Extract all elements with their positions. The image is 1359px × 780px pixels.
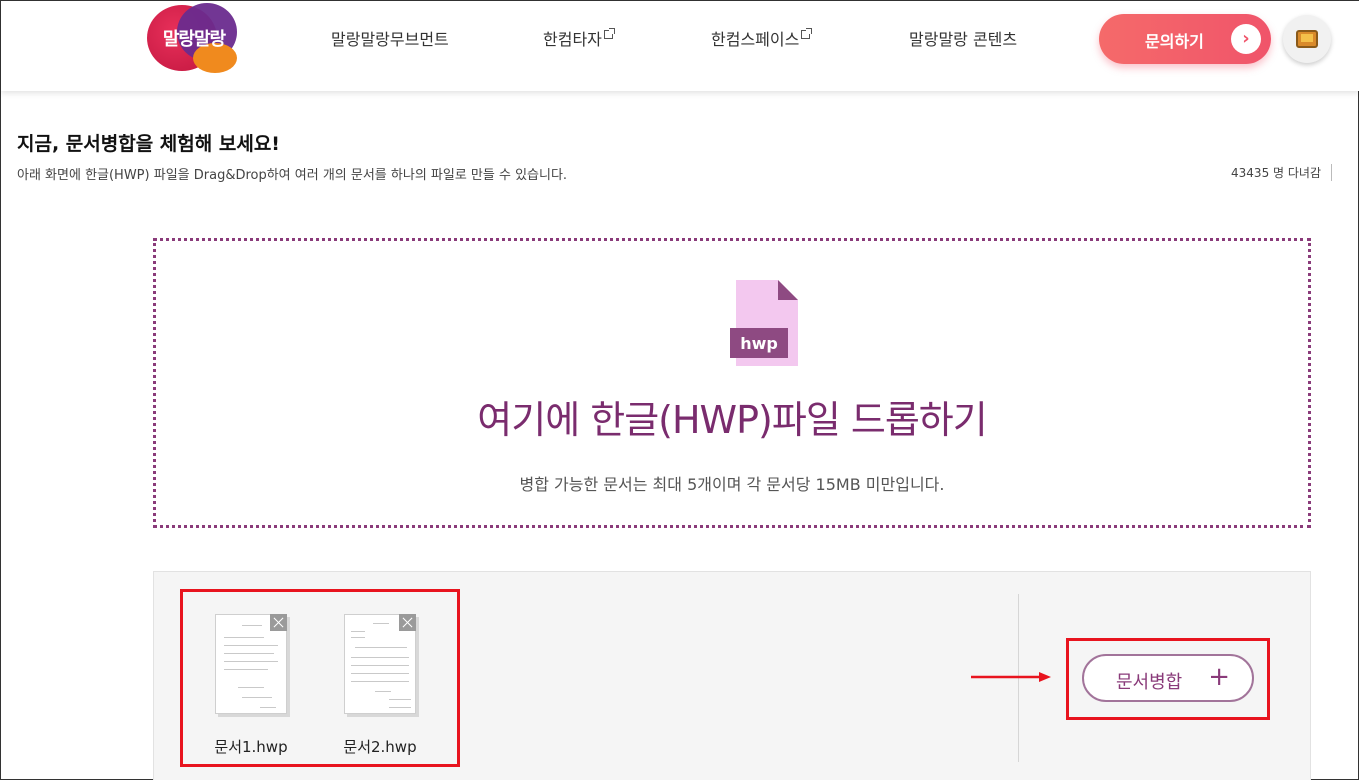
merge-documents-button[interactable]: 문서병합 + bbox=[1082, 654, 1254, 702]
file-name: 문서2.hwp bbox=[343, 738, 417, 756]
drop-zone-title: 여기에 한글(HWP)파일 드롭하기 bbox=[477, 398, 987, 442]
nav-malang-contents[interactable]: 말랑말랑 콘텐츠 bbox=[909, 29, 1017, 51]
nav-hancom-typing[interactable]: 한컴타자 bbox=[543, 28, 615, 51]
drop-zone-note: 병합 가능한 문서는 최대 5개이며 각 문서당 15MB 미만입니다. bbox=[519, 475, 945, 494]
file-drop-zone[interactable]: hwp 여기에 한글(HWP)파일 드롭하기 병합 가능한 문서는 최대 5개이… bbox=[153, 238, 1311, 528]
nav-label: 말랑말랑 콘텐츠 bbox=[909, 30, 1018, 49]
arrow-right-icon bbox=[971, 672, 1051, 682]
contact-label: 문의하기 bbox=[1145, 32, 1204, 51]
file-name: 문서1.hwp bbox=[214, 738, 288, 756]
external-link-icon bbox=[801, 28, 813, 39]
file-list-highlight: 문서1.hwp 문서2.hwp bbox=[180, 589, 460, 767]
chevron-right-icon: › bbox=[1231, 24, 1261, 54]
nav-label: 말랑말랑무브먼트 bbox=[331, 30, 449, 49]
nav-malang-movement[interactable]: 말랑말랑무브먼트 bbox=[331, 29, 449, 51]
plus-icon: + bbox=[1208, 662, 1230, 692]
merge-button-highlight: 문서병합 + bbox=[1066, 638, 1270, 720]
hwp-file-icon: hwp bbox=[730, 280, 798, 366]
merge-area: 문서1.hwp 문서2.hwp 문서병합 + bbox=[153, 571, 1311, 780]
document-thumbnail bbox=[215, 614, 287, 714]
hwp-icon-label: hwp bbox=[740, 334, 778, 353]
treasure-chest-icon bbox=[1296, 30, 1318, 48]
page-title: 지금, 문서병합을 체험해 보세요! bbox=[17, 133, 280, 155]
nav-hancom-space[interactable]: 한컴스페이스 bbox=[711, 28, 813, 51]
nav-label: 한컴스페이스 bbox=[711, 30, 800, 49]
remove-file-icon[interactable] bbox=[399, 614, 416, 631]
site-header: 말랑말랑 말랑말랑무브먼트 한컴타자 한컴스페이스 말랑말랑 콘텐츠 문의하기 … bbox=[1, 1, 1359, 91]
merge-button-label: 문서병합 bbox=[1116, 672, 1183, 693]
contact-button[interactable]: 문의하기 › bbox=[1099, 14, 1271, 64]
remove-file-icon[interactable] bbox=[270, 614, 287, 631]
nav-label: 한컴타자 bbox=[543, 30, 602, 49]
logo-text: 말랑말랑 bbox=[162, 29, 226, 50]
malang-logo[interactable]: 말랑말랑 bbox=[147, 3, 239, 73]
avatar[interactable] bbox=[1283, 15, 1331, 63]
visit-counter: 43435 명 다녀감 bbox=[1231, 164, 1332, 181]
page-description: 아래 화면에 한글(HWP) 파일을 Drag&Drop하여 여러 개의 문서를… bbox=[17, 168, 568, 183]
document-thumbnail bbox=[344, 614, 416, 714]
external-link-icon bbox=[603, 28, 615, 39]
